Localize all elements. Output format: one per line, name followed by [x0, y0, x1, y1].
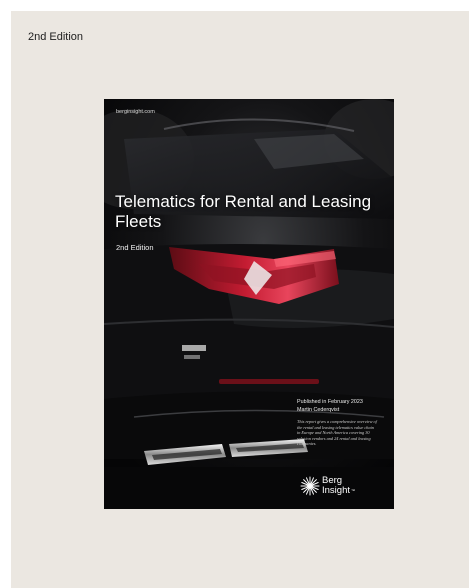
logo-line-2-text: Insight — [322, 484, 350, 496]
car-photo — [104, 99, 394, 509]
report-title: Telematics for Rental and Leasing Fleets — [115, 192, 372, 231]
report-cover-image[interactable]: berginsight.com Telematics for Rental an… — [104, 99, 394, 509]
author-name: Martin Cederqvist — [297, 407, 340, 413]
report-edition: 2nd Edition — [116, 243, 154, 252]
trademark-symbol: ™ — [351, 487, 355, 493]
publication-date: Published in February 2023 — [297, 399, 363, 405]
edition-label: 2nd Edition — [28, 31, 84, 43]
logo-wordmark: Berg Insight™ — [322, 476, 355, 495]
logo-line-2: Insight™ — [322, 484, 355, 496]
publication-info: Published in February 2023 Martin Cederq… — [297, 398, 363, 414]
product-card: 2nd Edition berginsight.com Telematics f… — [11, 11, 469, 588]
starburst-icon — [300, 476, 320, 496]
berg-insight-logo: Berg Insight™ — [300, 475, 380, 499]
publisher-url: berginsight.com — [116, 109, 155, 115]
report-description: This report gives a comprehensive overvi… — [297, 419, 377, 447]
